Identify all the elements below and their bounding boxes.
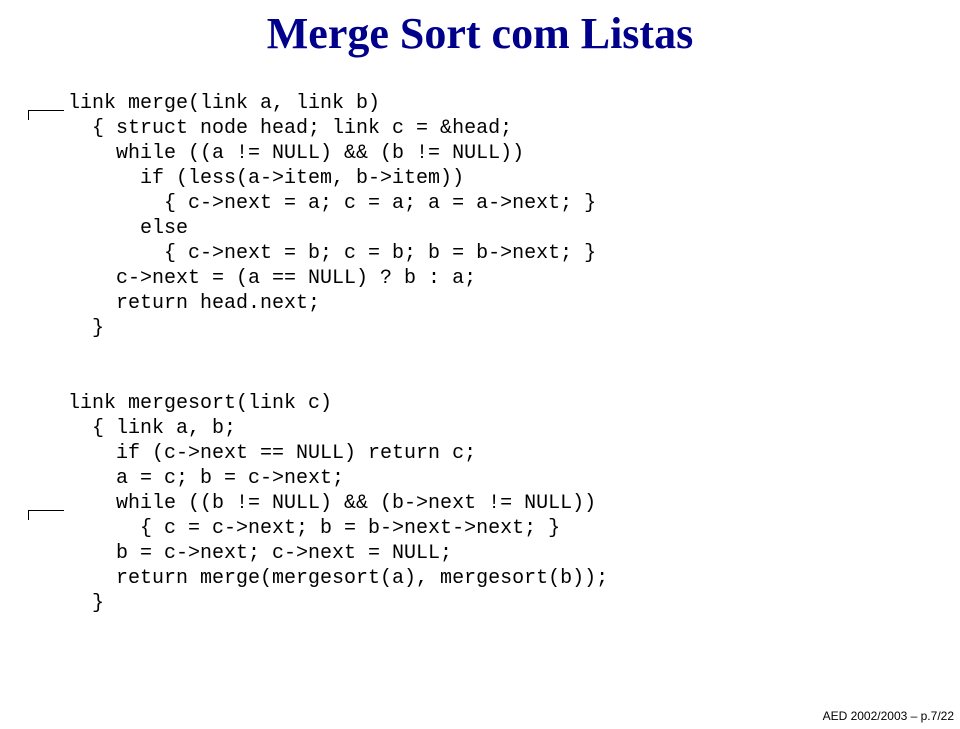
decorative-bracket-top — [28, 110, 46, 120]
page-title: Merge Sort com Listas — [0, 8, 960, 59]
code-block-container: link merge(link a, link b) { struct node… — [68, 91, 960, 616]
decorative-bracket-mid — [28, 510, 46, 520]
code-block: link merge(link a, link b) { struct node… — [68, 91, 960, 616]
decorative-bracket-mid-h — [46, 510, 64, 520]
decorative-bracket-top-h — [46, 110, 64, 120]
